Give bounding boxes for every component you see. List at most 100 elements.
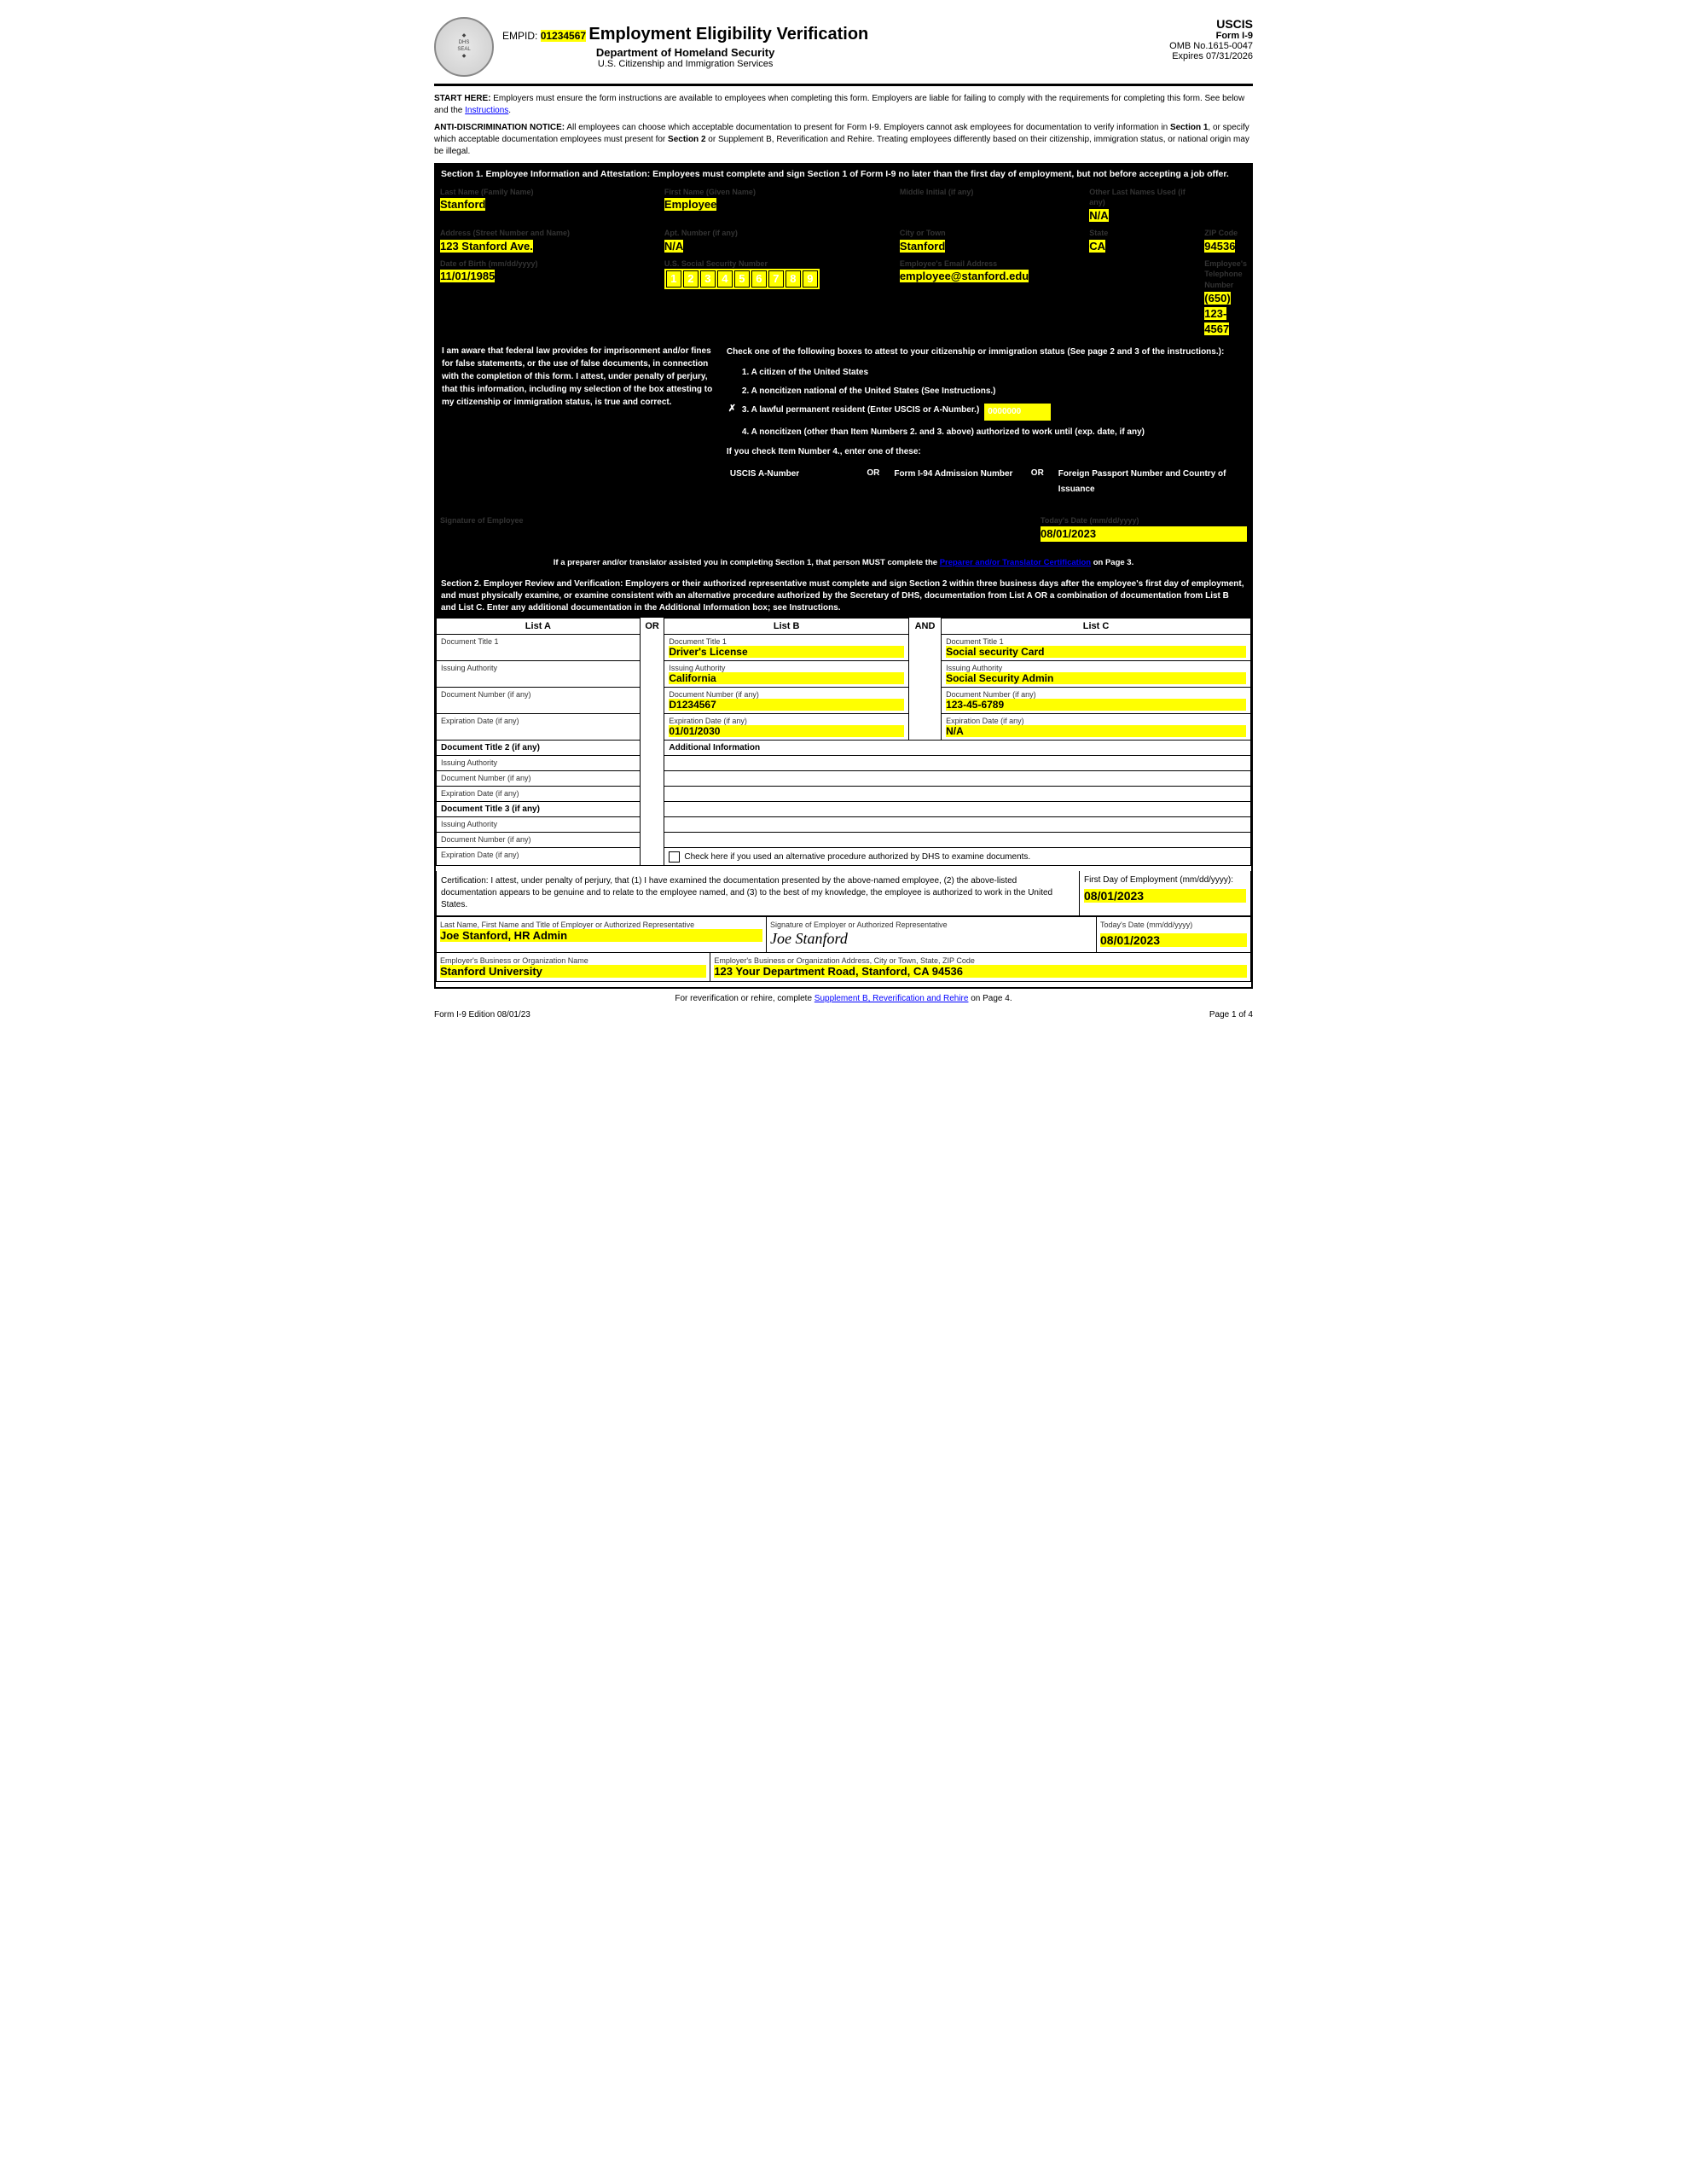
list-b-num1-value: D1234567 (669, 699, 904, 711)
list-b-num1-label: Document Number (if any) (669, 690, 904, 699)
uscis-label: USCIS (1169, 17, 1253, 31)
dept1: Department of Homeland Security (502, 46, 868, 59)
option1-checkbox[interactable] (727, 366, 738, 377)
city-value: Stanford (900, 240, 945, 253)
anti-discrimination-notice: ANTI-DISCRIMINATION NOTICE: All employee… (434, 122, 1253, 158)
list-a-title1 (441, 646, 443, 655)
uscis-a-label: USCIS A-Number (730, 469, 799, 479)
apt-label: Apt. Number (if any) (664, 228, 892, 239)
exp-date1-label: Expiration Date (if any) (441, 717, 635, 725)
list-a-exp1 (441, 725, 443, 735)
option4-label: 4. A noncitizen (other than Item Numbers… (742, 425, 1145, 440)
sig-date-label: Today's Date (mm/dd/yyyy) (1041, 515, 1247, 526)
and-header: AND (908, 619, 941, 635)
option1-label: 1. A citizen of the United States (742, 365, 868, 380)
middle-initial-label: Middle Initial (if any) (900, 187, 1081, 198)
option2-checkbox[interactable] (727, 385, 738, 396)
issuing-auth1-row: Issuing Authority Issuing Authority Cali… (437, 661, 1251, 688)
employee-sig-label: Signature of Employee (440, 515, 1033, 526)
list-b-auth1-label: Issuing Authority (669, 664, 904, 672)
dhs-seal: ◆DHSSEAL◆ (434, 17, 494, 77)
option3-row: 3. A lawful permanent resident (Enter US… (727, 403, 1245, 421)
alt-procedure-checkbox[interactable] (669, 851, 680, 863)
supplement-b-link[interactable]: Supplement B, Reverification and Rehire (815, 994, 969, 1003)
address-label: Address (Street Number and Name) (440, 228, 657, 239)
issuing-auth1-label: Issuing Authority (441, 664, 635, 672)
option3-checkbox[interactable] (727, 404, 738, 415)
awareness-text: I am aware that federal law provides for… (437, 340, 722, 506)
org-address-value: 123 Your Department Road, Stanford, CA 9… (714, 965, 1247, 978)
option4-checkbox[interactable] (727, 426, 738, 437)
employer-name-value: Joe Stanford, HR Admin (440, 929, 762, 942)
list-c-title1-value: Social security Card (946, 646, 1246, 658)
preparer-link[interactable]: Preparer and/or Translator Certification (940, 558, 1091, 567)
email-value: employee@stanford.edu (900, 270, 1029, 282)
ssn-field: 1 2 3 4 5 6 7 8 9 (664, 269, 820, 289)
dob-value: 11/01/1985 (440, 270, 495, 282)
option1-row: 1. A citizen of the United States (727, 365, 1245, 380)
ssn-digit-1: 1 (666, 270, 681, 288)
issuing-auth2-label: Issuing Authority (441, 758, 635, 767)
header-right: USCIS Form I-9 OMB No.1615-0047 Expires … (1169, 17, 1253, 61)
dob-label: Date of Birth (mm/dd/yyyy) (440, 258, 657, 270)
list-b-exp1-value: 01/01/2030 (669, 725, 904, 737)
signature-row: Signature of Employee Employee Stanford … (436, 512, 1251, 555)
exp-date3-label: Expiration Date (if any) (441, 851, 635, 859)
section2-header: Section 2. Employer Review and Verificat… (436, 575, 1251, 618)
phone-value: (650) 123-4567 (1204, 292, 1230, 335)
ssn-digit-6: 6 (751, 270, 767, 288)
ssn-digit-2: 2 (683, 270, 699, 288)
page-footer: Form I-9 Edition 08/01/23 Page 1 of 4 (434, 1010, 1253, 1019)
doc-num2-label: Document Number (if any) (441, 774, 635, 782)
list-c-exp1-label: Expiration Date (if any) (946, 717, 1246, 725)
list-c-exp1-value: N/A (946, 725, 1246, 737)
employer-date-value: 08/01/2023 (1100, 933, 1247, 947)
other-names-value: N/A (1089, 209, 1108, 222)
list-a-auth1 (441, 672, 443, 682)
empid-label: EMPID: (502, 30, 537, 42)
ssn-digit-9: 9 (803, 270, 818, 288)
form-number: Form I-9 (1169, 31, 1253, 41)
ssn-digit-3: 3 (700, 270, 716, 288)
org-name-label: Employer's Business or Organization Name (440, 956, 706, 965)
list-a-num1 (441, 699, 443, 708)
cert-top: Certification: I attest, under penalty o… (437, 871, 1250, 916)
phone-label: Employee's Telephone Number (1204, 258, 1247, 291)
ssn-label: U.S. Social Security Number (664, 258, 892, 270)
doc-num2-row: Document Number (if any) (437, 771, 1251, 787)
org-address-label: Employer's Business or Organization Addr… (714, 956, 1247, 965)
list-b-header: List B (664, 619, 909, 635)
employer-signature: Joe Stanford (770, 929, 1093, 949)
edition-label: Form I-9 Edition 08/01/23 (434, 1010, 530, 1019)
check-intro: Check one of the following boxes to atte… (727, 345, 1245, 360)
uscis-number: 0000000 (983, 403, 1052, 421)
employer-sig-row: Last Name, First Name and Title of Emplo… (437, 916, 1250, 952)
doc-title3-row: Document Title 3 (if any) (437, 802, 1251, 817)
cert-text: Certification: I attest, under penalty o… (437, 871, 1080, 915)
list-c-num1-label: Document Number (if any) (946, 690, 1246, 699)
list-c-auth1-label: Issuing Authority (946, 664, 1246, 672)
section2-table: List A OR List B AND List C Document Tit… (436, 618, 1251, 866)
first-name-value: Employee (664, 198, 716, 211)
state-label: State (1089, 228, 1197, 239)
employer-sig-label: Signature of Employer or Authorized Repr… (770, 921, 1093, 929)
instructions-link[interactable]: Instructions (465, 106, 508, 115)
first-day-value: 08/01/2023 (1084, 889, 1246, 903)
other-names-label: Other Last Names Used (if any) (1089, 187, 1197, 208)
option3-label: 3. A lawful permanent resident (Enter US… (742, 403, 979, 418)
doc-title1-label: Document Title 1 (441, 637, 635, 646)
form-title: Employment Eligibility Verification (588, 25, 868, 44)
employer-date-label: Today's Date (mm/dd/yyyy) (1100, 921, 1247, 929)
zip-value: 94536 (1204, 240, 1235, 253)
form-i94-label: Form I-94 Admission Number (894, 469, 1012, 479)
list-c-num1-value: 123-45-6789 (946, 699, 1246, 711)
passport-label: Foreign Passport Number and Country of I… (1058, 469, 1226, 494)
additional-info-label: Additional Information (669, 743, 760, 752)
page-header: ◆DHSSEAL◆ EMPID: 01234567 Employment Eli… (434, 17, 1253, 86)
option4-row: 4. A noncitizen (other than Item Numbers… (727, 425, 1245, 440)
email-label: Employee's Email Address (900, 258, 1197, 270)
state-value: CA (1089, 240, 1105, 253)
org-row: Employer's Business or Organization Name… (437, 952, 1250, 981)
or-separator2: OR (1024, 464, 1052, 500)
issuing-auth2-row: Issuing Authority (437, 756, 1251, 771)
